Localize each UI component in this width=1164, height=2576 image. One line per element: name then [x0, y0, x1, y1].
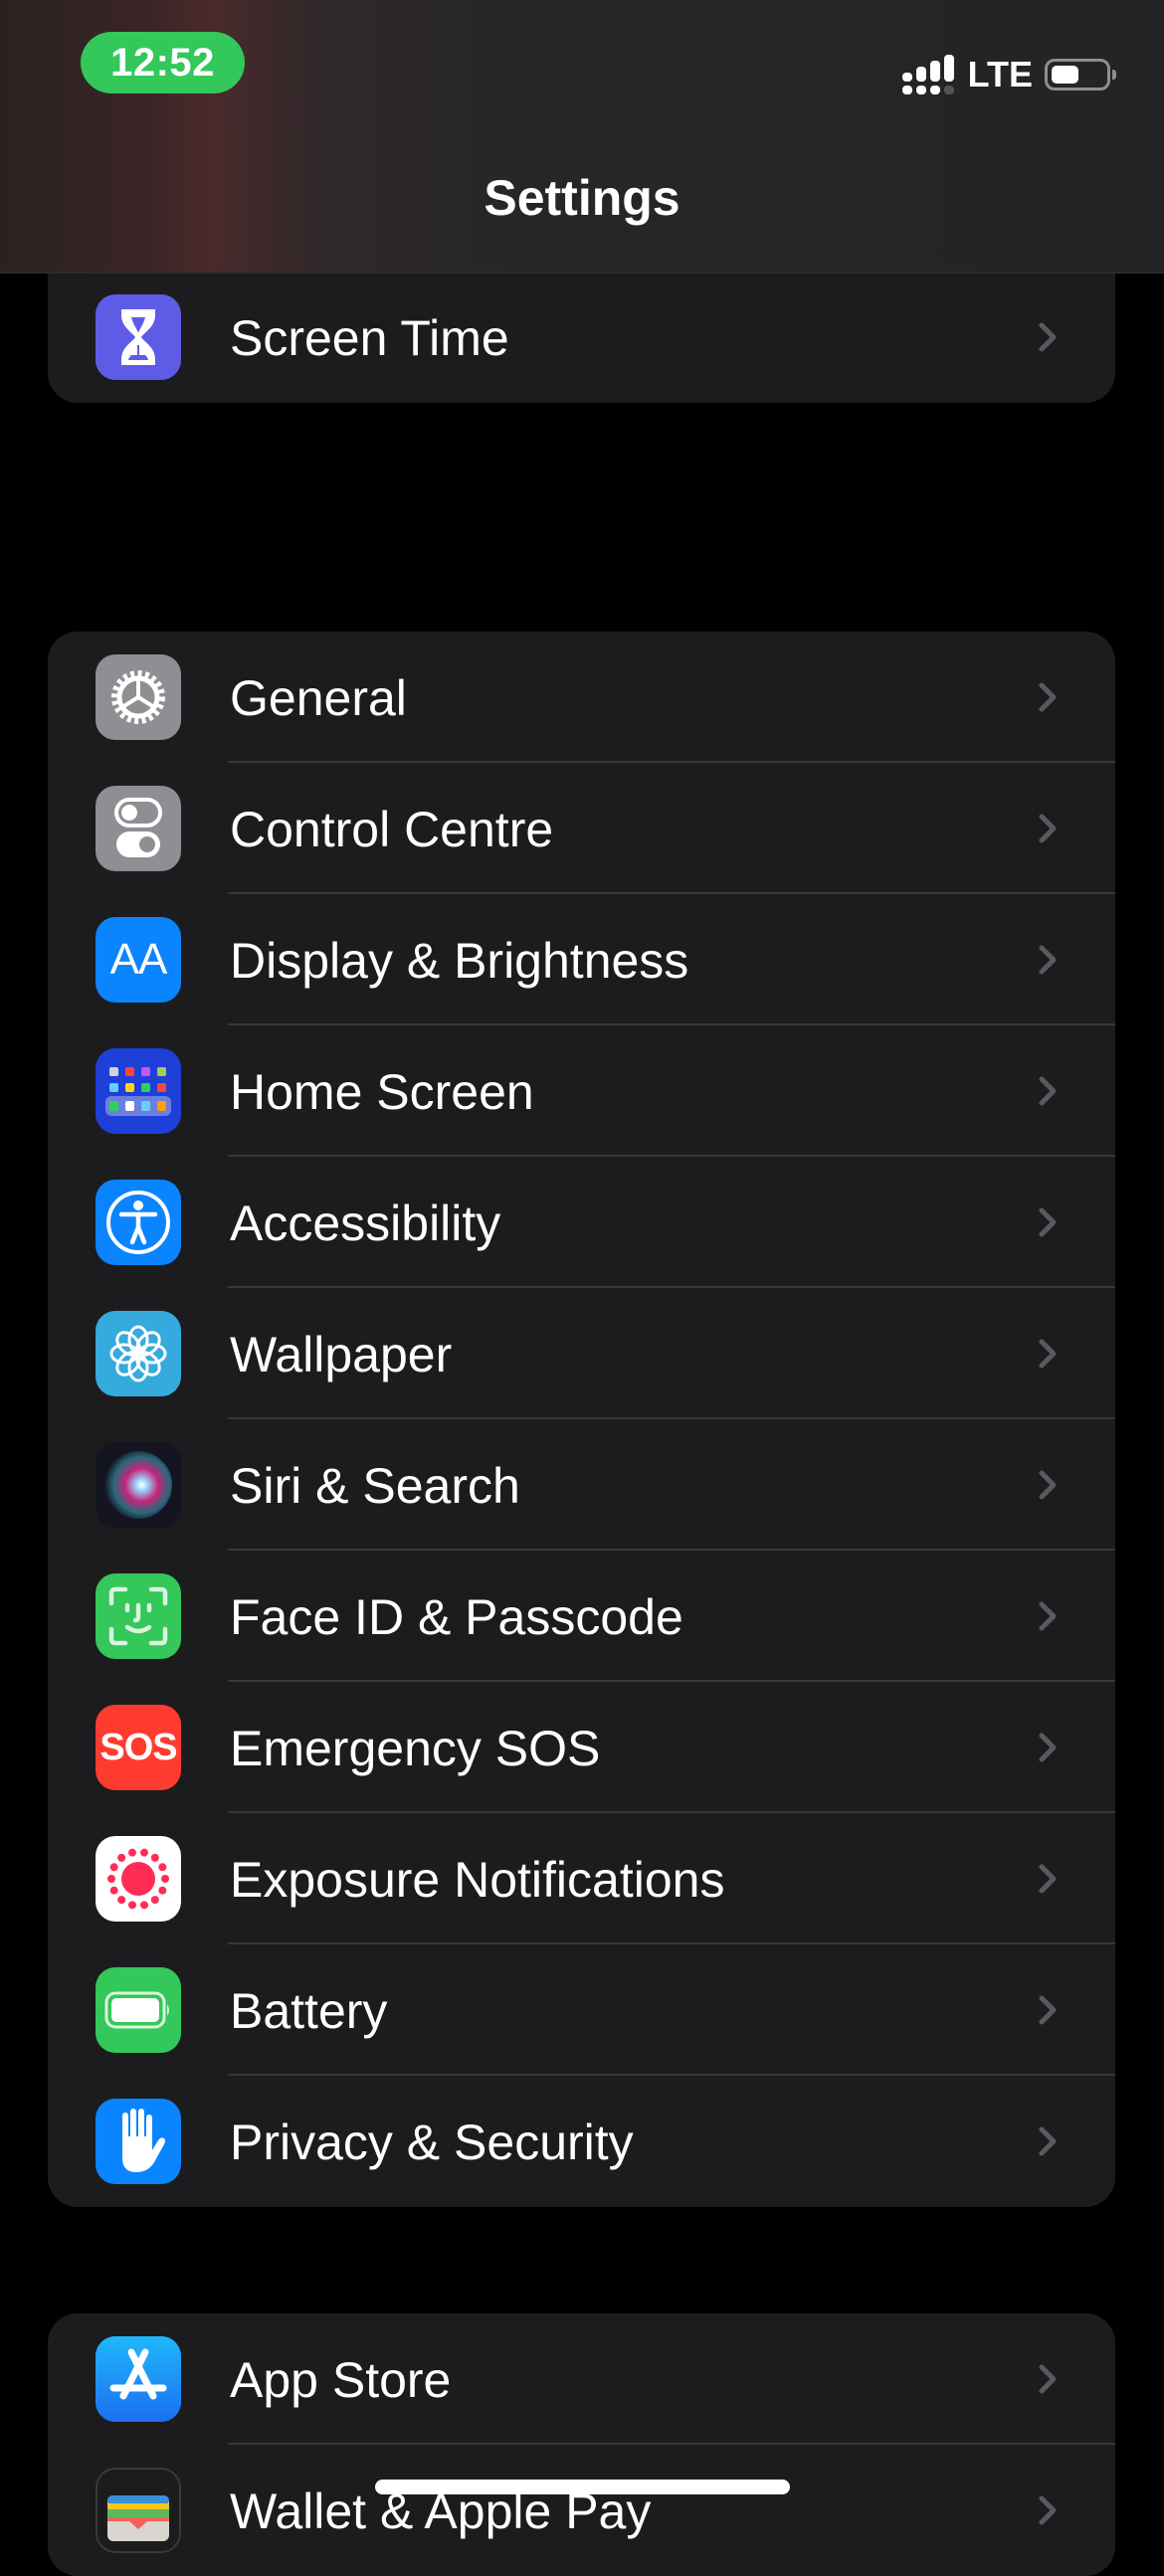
settings-row-exposure-notifications[interactable]: Exposure Notifications — [48, 1813, 1115, 1944]
status-time-pill[interactable]: 12:52 — [81, 32, 245, 93]
settings-row-siri-and-search[interactable]: Siri & Search — [48, 1419, 1115, 1551]
chevron-right-icon — [1028, 1465, 1067, 1505]
settings-row-general[interactable]: General — [48, 632, 1115, 763]
row-label: Privacy & Security — [230, 2115, 634, 2170]
gear-icon — [96, 654, 181, 740]
row-label: Exposure Notifications — [230, 1852, 725, 1908]
settings-row-face-id-and-passcode[interactable]: Face ID & Passcode — [48, 1551, 1115, 1682]
settings-row-display-and-brightness[interactable]: AA Display & Brightness — [48, 894, 1115, 1025]
network-type: LTE — [967, 54, 1033, 94]
settings-row-app-store[interactable]: App Store — [48, 2313, 1115, 2445]
chevron-right-icon — [1028, 1202, 1067, 1242]
cellular-signal-icon — [901, 55, 956, 94]
row-label: Screen Time — [230, 310, 509, 366]
settings-group-store: App Store Wallet & Apple Pay — [48, 2313, 1115, 2576]
chevron-right-icon — [1028, 1990, 1067, 2030]
status-time: 12:52 — [110, 40, 215, 85]
chevron-right-icon — [1028, 2121, 1067, 2161]
text-size-icon: AA — [96, 917, 181, 1003]
chevron-right-icon — [1028, 317, 1067, 357]
chevron-right-icon — [1028, 2490, 1067, 2530]
nav-header: 12:52 LTE Settings — [0, 0, 1164, 274]
page-title: Settings — [484, 170, 680, 226]
chevron-right-icon — [1028, 2359, 1067, 2399]
chevron-right-icon — [1028, 1728, 1067, 1767]
chevron-right-icon — [1028, 1071, 1067, 1111]
exposure-icon — [96, 1836, 181, 1922]
settings-row-accessibility[interactable]: Accessibility — [48, 1157, 1115, 1288]
toggles-icon — [96, 786, 181, 871]
battery-icon — [96, 1967, 181, 2053]
row-label: Home Screen — [230, 1064, 534, 1120]
row-label: Battery — [230, 1983, 388, 2039]
sos-icon: SOS — [96, 1705, 181, 1790]
chevron-right-icon — [1028, 940, 1067, 980]
hand-icon — [96, 2099, 181, 2184]
hourglass-icon — [96, 294, 181, 380]
chevron-right-icon — [1028, 677, 1067, 717]
app-store-icon — [96, 2336, 181, 2422]
flower-icon — [96, 1311, 181, 1396]
app-grid-icon — [96, 1048, 181, 1134]
settings-group-general: General Control Centre AA Display & Brightn… — [48, 632, 1115, 2207]
row-label: Control Centre — [230, 802, 554, 857]
row-label: Accessibility — [230, 1196, 501, 1251]
chevron-right-icon — [1028, 1859, 1067, 1899]
chevron-right-icon — [1028, 1334, 1067, 1374]
settings-row-home-screen[interactable]: Home Screen — [48, 1025, 1115, 1157]
settings-row-battery[interactable]: Battery — [48, 1944, 1115, 2076]
row-label: App Store — [230, 2352, 452, 2408]
row-label: General — [230, 670, 407, 726]
settings-row-screen-time[interactable]: Screen Time — [48, 272, 1115, 403]
settings-row-privacy-and-security[interactable]: Privacy & Security — [48, 2076, 1115, 2207]
status-indicators: LTE — [901, 52, 1116, 97]
home-indicator[interactable] — [375, 2480, 790, 2494]
chevron-right-icon — [1028, 1596, 1067, 1636]
chevron-right-icon — [1028, 809, 1067, 848]
siri-icon — [96, 1442, 181, 1528]
row-label: Siri & Search — [230, 1458, 520, 1514]
wallet-icon — [96, 2468, 181, 2553]
row-label: Display & Brightness — [230, 933, 689, 989]
row-label: Emergency SOS — [230, 1721, 601, 1776]
face-id-icon — [96, 1573, 181, 1659]
row-label: Face ID & Passcode — [230, 1589, 683, 1645]
settings-row-emergency-sos[interactable]: SOS Emergency SOS — [48, 1682, 1115, 1813]
settings-row-control-centre[interactable]: Control Centre — [48, 763, 1115, 894]
accessibility-icon — [96, 1180, 181, 1265]
settings-row-wallet-and-apple-pay[interactable]: Wallet & Apple Pay — [48, 2445, 1115, 2576]
battery-status-icon — [1045, 59, 1116, 91]
row-label: Wallpaper — [230, 1327, 453, 1382]
settings-row-wallpaper[interactable]: Wallpaper — [48, 1288, 1115, 1419]
